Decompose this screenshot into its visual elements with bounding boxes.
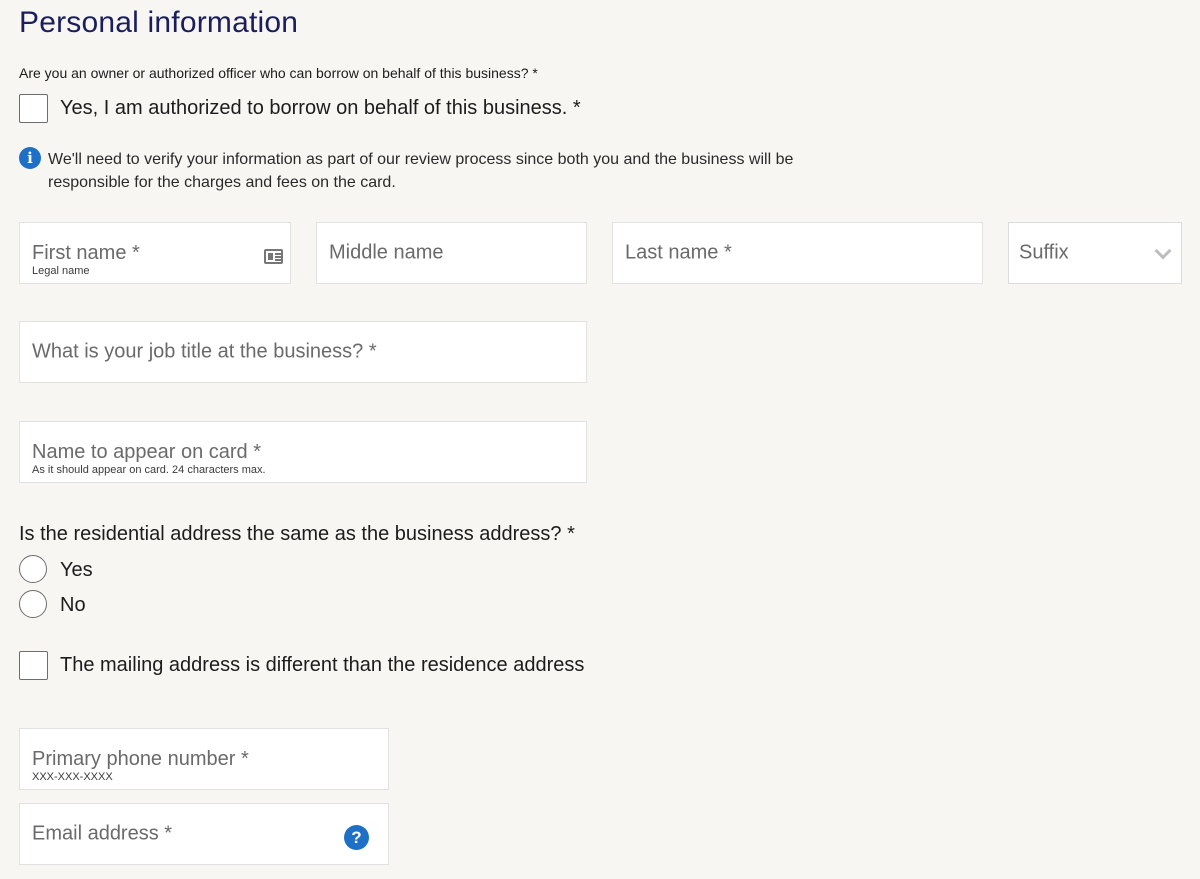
chevron-down-icon — [1154, 242, 1172, 260]
middle-name-label: Middle name — [329, 241, 444, 264]
first-name-hint: Legal name — [32, 265, 90, 277]
phone-field[interactable]: Primary phone number * XXX-XXX-XXXX — [19, 728, 389, 790]
id-card-icon[interactable] — [264, 249, 283, 264]
residential-yes-label[interactable]: Yes — [60, 559, 93, 582]
mailing-address-checkbox[interactable] — [19, 651, 48, 680]
first-name-label: First name * — [32, 242, 140, 264]
suffix-select[interactable]: Suffix — [1008, 222, 1182, 284]
residential-no-label[interactable]: No — [60, 594, 86, 617]
authorization-question: Are you an owner or authorized officer w… — [19, 65, 538, 81]
residential-question: Is the residential address the same as t… — [19, 523, 575, 545]
help-icon[interactable]: ? — [344, 825, 369, 850]
card-name-hint: As it should appear on card. 24 characte… — [32, 464, 266, 476]
mailing-address-checkbox-label[interactable]: The mailing address is different than th… — [60, 654, 584, 677]
last-name-field[interactable]: Last name * — [612, 222, 983, 284]
job-title-field[interactable]: What is your job title at the business? … — [19, 321, 587, 383]
card-name-label: Name to appear on card * — [32, 441, 262, 463]
first-name-field[interactable]: First name * Legal name — [19, 222, 291, 284]
last-name-label: Last name * — [625, 241, 732, 264]
residential-yes-radio[interactable] — [19, 555, 47, 583]
email-label: Email address * — [32, 822, 173, 845]
residential-no-radio[interactable] — [19, 590, 47, 618]
authorization-checkbox[interactable] — [19, 94, 48, 123]
phone-label: Primary phone number * — [32, 748, 249, 770]
personal-information-form: Personal information Are you an owner or… — [0, 0, 1200, 879]
authorization-checkbox-label[interactable]: Yes, I am authorized to borrow on behalf… — [60, 97, 581, 120]
page-title: Personal information — [19, 6, 299, 39]
middle-name-field[interactable]: Middle name — [316, 222, 587, 284]
info-icon: i — [19, 147, 41, 169]
email-field[interactable]: Email address * ? — [19, 803, 389, 865]
info-notice: We'll need to verify your information as… — [48, 151, 794, 191]
job-title-label: What is your job title at the business? … — [32, 340, 377, 363]
card-name-field[interactable]: Name to appear on card * As it should ap… — [19, 421, 587, 483]
phone-hint: XXX-XXX-XXXX — [32, 771, 113, 783]
suffix-label: Suffix — [1019, 241, 1069, 264]
